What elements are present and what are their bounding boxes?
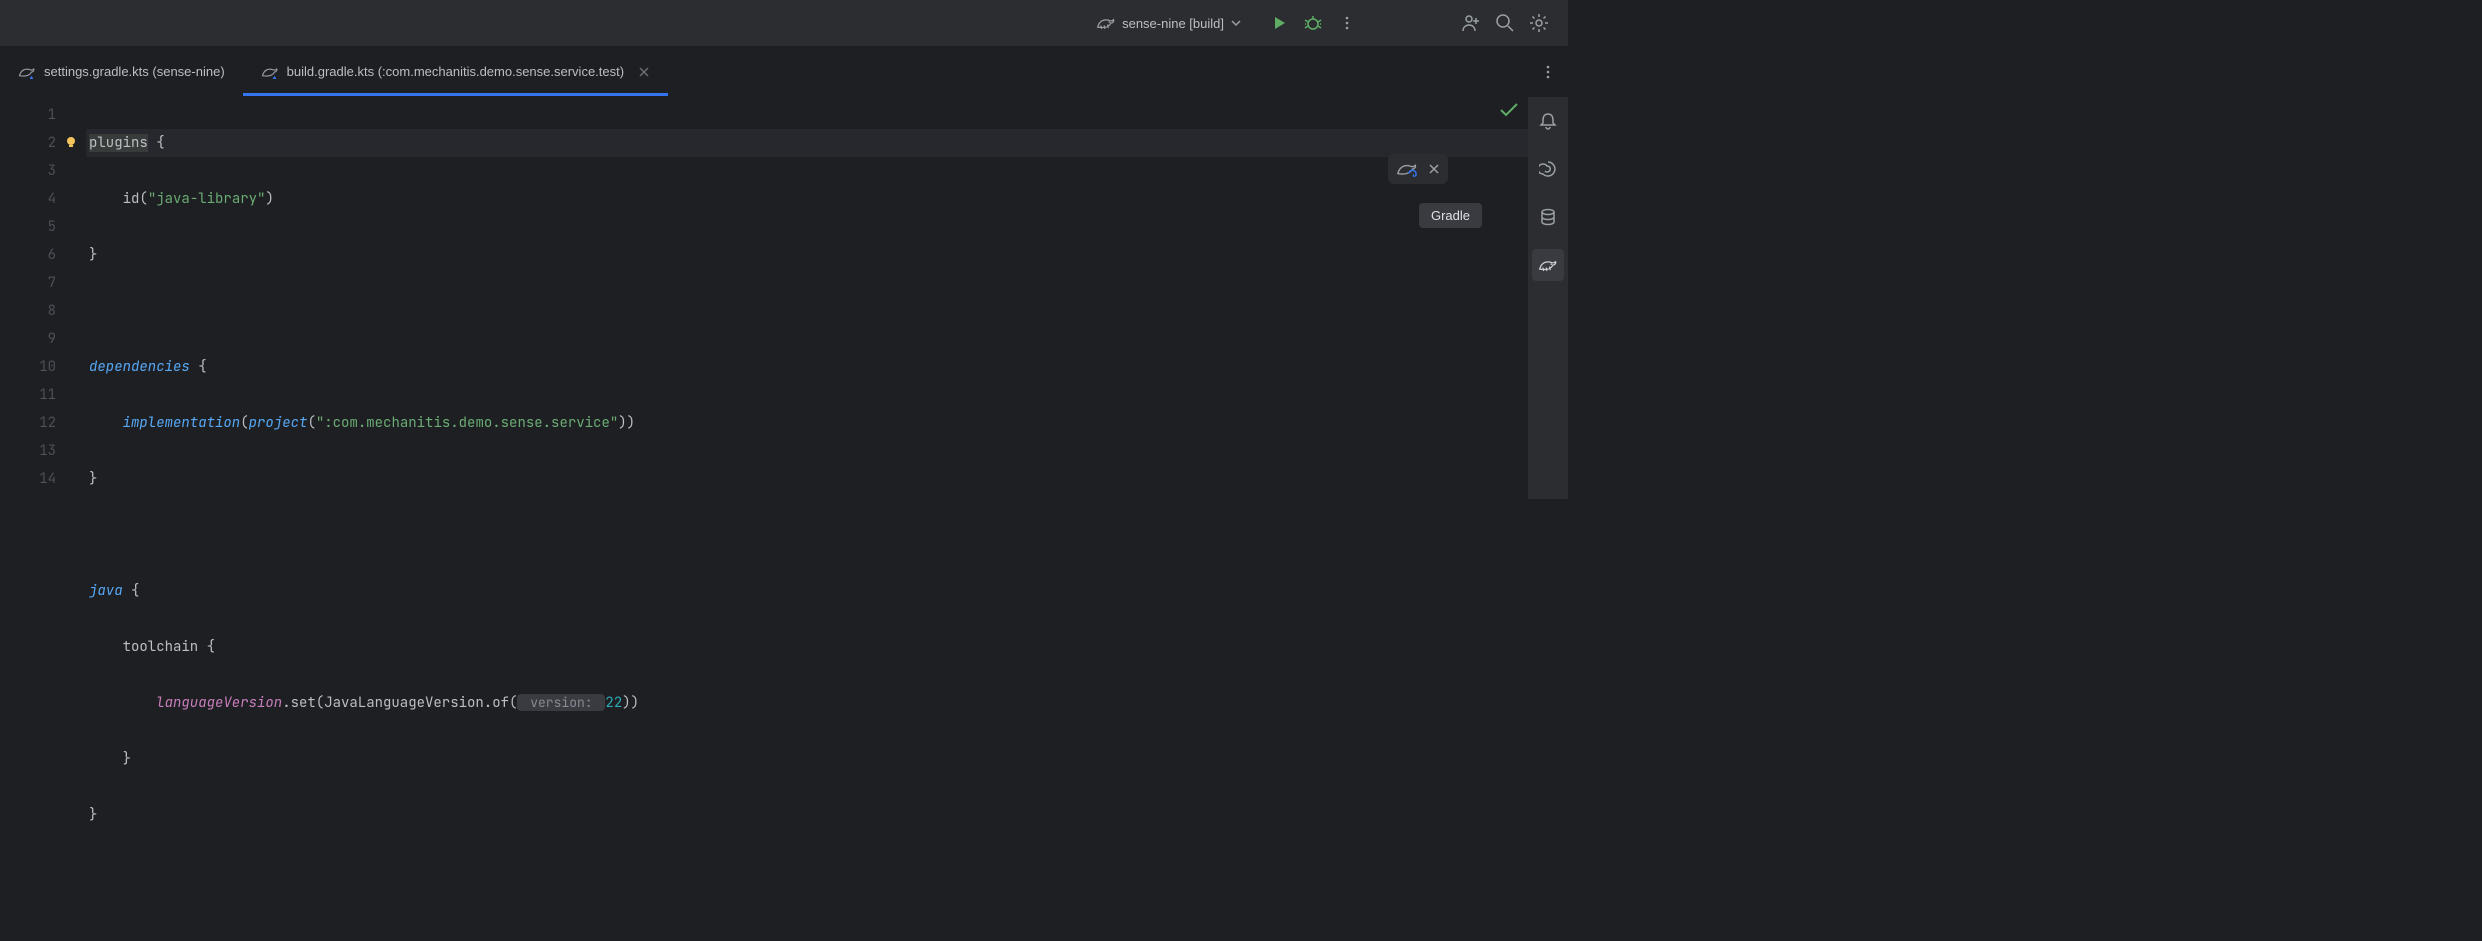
line-number: 9 — [0, 325, 56, 353]
gradle-tool-button[interactable] — [1532, 249, 1564, 281]
check-icon — [1500, 103, 1518, 117]
code-line: plugins { — [86, 129, 1528, 157]
code-line — [86, 521, 1528, 549]
chevron-down-icon — [1230, 17, 1242, 29]
main-toolbar: sense-nine [build] — [0, 0, 1568, 47]
tab-build-gradle[interactable]: build.gradle.kts (:com.mechanitis.demo.s… — [243, 47, 668, 96]
line-number: 7 — [0, 269, 56, 297]
code-line: languageVersion.set(JavaLanguageVersion.… — [86, 689, 1528, 717]
code-line: } — [86, 745, 1528, 773]
code-line: } — [86, 241, 1528, 269]
close-icon — [638, 66, 650, 78]
bug-icon — [1304, 14, 1322, 32]
code-line — [86, 857, 1528, 885]
gradle-sync-widget — [1388, 154, 1448, 184]
code-line: toolchain { — [86, 633, 1528, 661]
search-button[interactable] — [1488, 6, 1522, 40]
tabs-menu-button[interactable] — [1528, 47, 1568, 96]
tab-label: settings.gradle.kts (sense-nine) — [44, 64, 225, 79]
gradle-file-icon — [18, 65, 36, 79]
run-config-selector[interactable]: sense-nine [build] — [1096, 15, 1242, 31]
gutter: 1 2 3 4 5 6 7 8 9 10 11 12 13 14 — [0, 97, 86, 499]
database-button[interactable] — [1532, 201, 1564, 233]
line-number: 11 — [0, 381, 56, 409]
code-line: dependencies { — [86, 353, 1528, 381]
right-tool-strip — [1528, 97, 1568, 499]
debug-button[interactable] — [1296, 6, 1330, 40]
analysis-status[interactable] — [1500, 103, 1518, 117]
code-line: } — [86, 465, 1528, 493]
line-number: 14 — [0, 465, 56, 493]
inlay-hint: version: — [517, 694, 605, 711]
gradle-icon — [1538, 257, 1558, 273]
editor-tabs: settings.gradle.kts (sense-nine) build.g… — [0, 47, 1568, 97]
editor[interactable]: 1 2 3 4 5 6 7 8 9 10 11 12 13 14 plugins… — [0, 97, 1528, 499]
line-number: 12 — [0, 409, 56, 437]
database-icon — [1539, 208, 1557, 226]
gradle-sync-button[interactable] — [1396, 160, 1418, 178]
line-number: 1 — [0, 101, 56, 129]
main-area: 1 2 3 4 5 6 7 8 9 10 11 12 13 14 plugins… — [0, 97, 1568, 499]
gear-icon — [1529, 13, 1549, 33]
line-number: 8 — [0, 297, 56, 325]
notifications-button[interactable] — [1532, 105, 1564, 137]
tab-settings-gradle[interactable]: settings.gradle.kts (sense-nine) — [0, 47, 243, 96]
play-icon — [1271, 15, 1287, 31]
line-number: 5 — [0, 213, 56, 241]
close-icon — [1428, 163, 1440, 175]
bulb-icon — [64, 135, 78, 149]
line-number: 3 — [0, 157, 56, 185]
gradle-tooltip: Gradle — [1419, 203, 1482, 228]
code-area[interactable]: plugins { id("java-library") } dependenc… — [86, 97, 1528, 499]
gradle-icon — [1096, 15, 1116, 31]
intention-bulb[interactable] — [64, 135, 78, 149]
code-line: implementation(project(":com.mechanitis.… — [86, 409, 1528, 437]
line-number: 4 — [0, 185, 56, 213]
code-with-me-button[interactable] — [1454, 6, 1488, 40]
code-line: id("java-library") — [86, 185, 1528, 213]
spiral-icon — [1539, 160, 1557, 178]
gradle-sync-icon — [1396, 160, 1418, 178]
bell-icon — [1539, 112, 1557, 130]
code-line: java { — [86, 577, 1528, 605]
gradle-file-icon — [261, 65, 279, 79]
run-config-label: sense-nine [build] — [1122, 16, 1224, 31]
settings-button[interactable] — [1522, 6, 1556, 40]
line-number: 6 — [0, 241, 56, 269]
ai-assistant-button[interactable] — [1532, 153, 1564, 185]
line-number: 13 — [0, 437, 56, 465]
code-line: } — [86, 801, 1528, 829]
close-tab-button[interactable] — [638, 66, 650, 78]
line-number: 2 — [0, 129, 56, 157]
run-button[interactable] — [1262, 6, 1296, 40]
line-number: 10 — [0, 353, 56, 381]
person-plus-icon — [1461, 13, 1481, 33]
code-line — [86, 297, 1528, 325]
search-icon — [1495, 13, 1515, 33]
tab-label: build.gradle.kts (:com.mechanitis.demo.s… — [287, 64, 624, 79]
more-vertical-icon — [1540, 64, 1556, 80]
more-vertical-icon — [1339, 15, 1355, 31]
more-actions-button[interactable] — [1330, 6, 1364, 40]
close-widget-button[interactable] — [1428, 163, 1440, 175]
